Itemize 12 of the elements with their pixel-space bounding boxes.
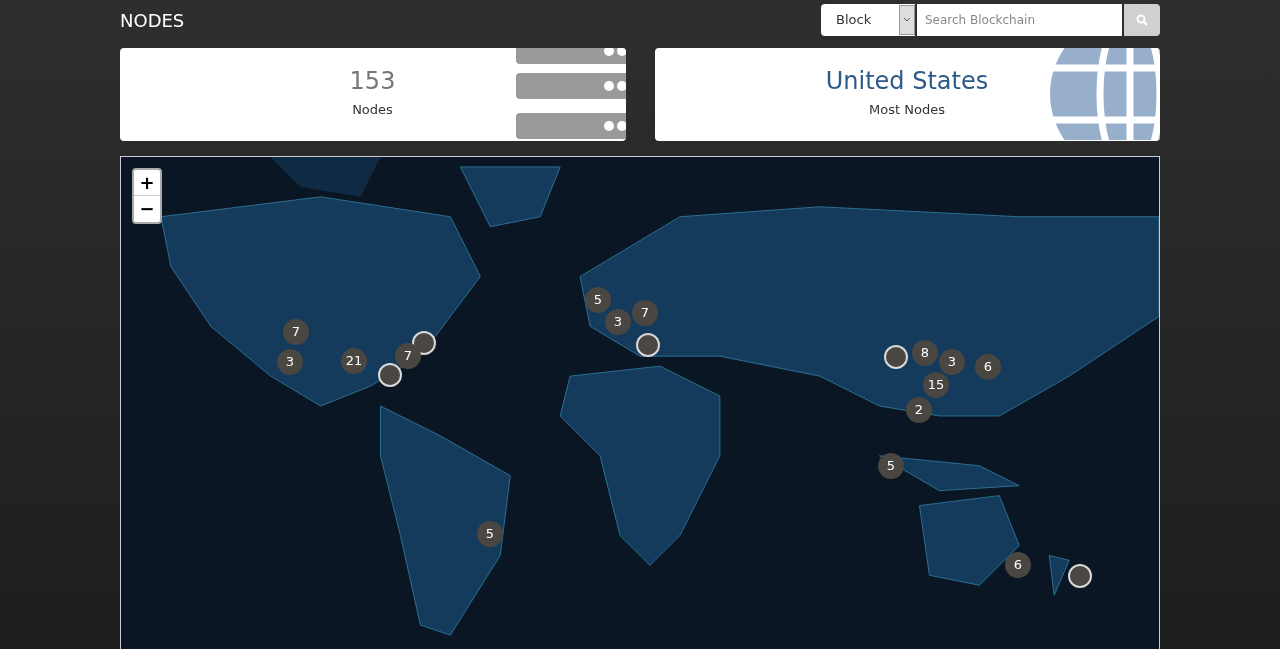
zoom-in-button[interactable]: + bbox=[134, 170, 160, 196]
world-map[interactable]: 5 3 7 7 3 21 7 8 3 6 15 2 5 5 6 + − bbox=[120, 156, 1160, 649]
stat-label: Most Nodes bbox=[869, 101, 945, 119]
stat-label: Nodes bbox=[352, 101, 393, 119]
stat-value: 153 bbox=[349, 66, 396, 96]
type-select[interactable]: Block bbox=[821, 4, 915, 36]
zoom-out-button[interactable]: − bbox=[134, 196, 160, 222]
search-icon bbox=[1136, 14, 1148, 26]
search-field[interactable]: Search Blockchain bbox=[917, 4, 1122, 36]
page-title: NODES bbox=[120, 8, 185, 33]
chevron-down-icon bbox=[899, 5, 915, 35]
stat-value: United States bbox=[825, 66, 989, 96]
